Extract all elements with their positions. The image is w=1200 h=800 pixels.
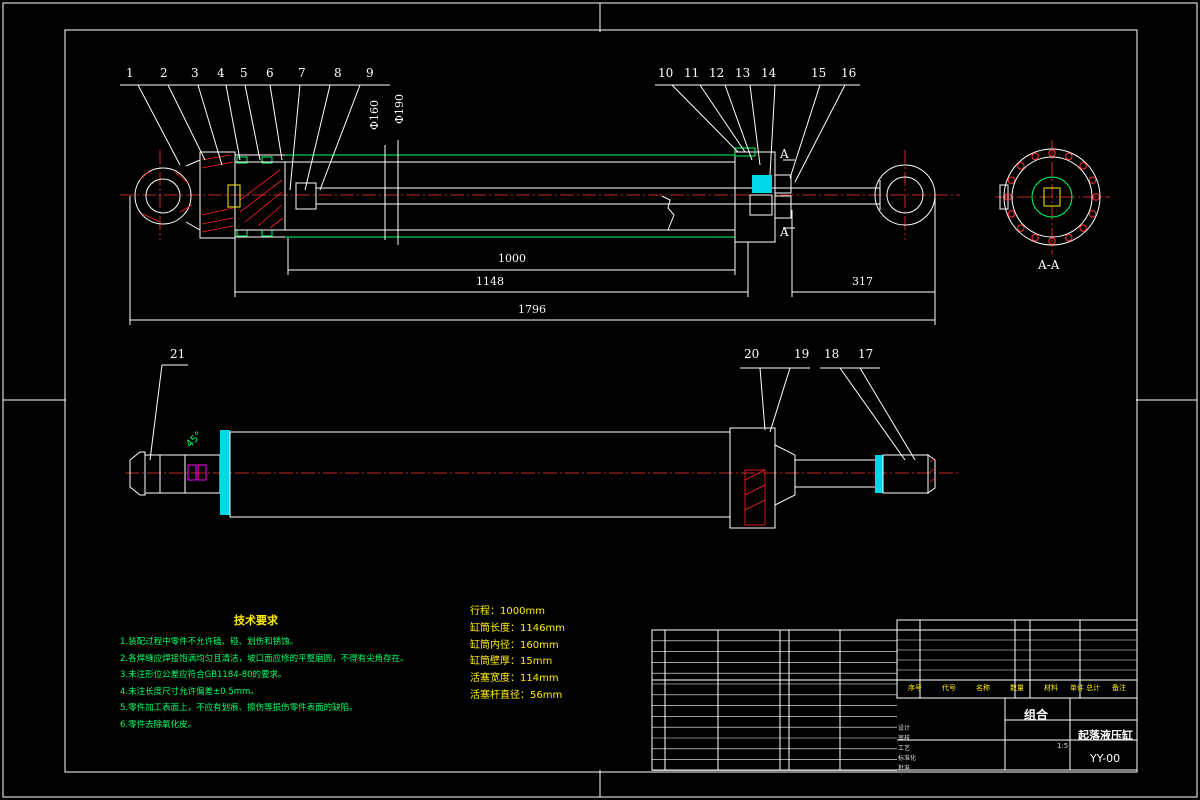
balloon-15: 15 bbox=[811, 66, 827, 80]
header-col: 单件 总计 bbox=[1069, 684, 1101, 692]
title-block-row-labels: 设计审核工艺标准化批准 bbox=[898, 724, 916, 774]
bolt-hole bbox=[1031, 233, 1039, 242]
balloon-18: 18 bbox=[824, 347, 840, 361]
bolt-hole bbox=[1065, 233, 1073, 242]
bolt-hole bbox=[1017, 162, 1025, 170]
dim-outer-diameter: Φ190 bbox=[393, 93, 406, 124]
tech-requirements-title: 技术要求 bbox=[234, 614, 278, 627]
balloon-3: 3 bbox=[191, 66, 199, 80]
barrel-end-flange bbox=[220, 430, 230, 515]
tech-requirement-item: 3.未注形位公差应符合GB1184-80的要求。 bbox=[120, 670, 287, 680]
tech-requirement-item: 2.各焊缝应焊接饱满均匀且清洁，坡口面应修的平整磨圆，不得有尖角存在。 bbox=[120, 653, 409, 664]
header-col: 名称 bbox=[976, 684, 990, 692]
dim-stroke: 1000 bbox=[498, 252, 526, 265]
tech-requirement-item: 5.零件加工表面上，不应有划痕、擦伤等损伤零件表面的缺陷。 bbox=[120, 703, 358, 713]
spec-item: 缸筒内径：160mm bbox=[470, 639, 559, 651]
title-row-label: 批准 bbox=[898, 765, 911, 772]
balloon-21: 21 bbox=[170, 347, 186, 361]
spec-item: 活塞杆直径：56mm bbox=[470, 689, 563, 701]
assembly-label: 组合 bbox=[1024, 708, 1049, 722]
bolt-hole bbox=[1088, 210, 1097, 218]
section-view-label: A-A bbox=[1038, 258, 1060, 272]
balloon-2: 2 bbox=[160, 66, 168, 80]
title-row-label: 工艺 bbox=[898, 745, 911, 752]
cylinder-exterior-view: 45° bbox=[125, 427, 960, 529]
balloon-16: 16 bbox=[841, 66, 857, 80]
drawing-number: YY-00 bbox=[1090, 752, 1121, 765]
header-col: 序号 bbox=[908, 684, 922, 692]
dim-bore-diameter: Φ160 bbox=[368, 99, 381, 130]
section-view-a-a bbox=[995, 140, 1110, 255]
spec-item: 行程：1000mm bbox=[470, 606, 545, 617]
spec-item: 缸筒壁厚：15mm bbox=[470, 656, 553, 668]
title-row-label: 标准化 bbox=[898, 755, 917, 762]
bolt-hole bbox=[1017, 224, 1025, 232]
bolt-hole bbox=[1031, 152, 1039, 161]
balloon-14: 14 bbox=[761, 66, 777, 80]
rod-gland-head bbox=[734, 151, 776, 243]
tech-requirement-item: 6.零件去除氧化皮。 bbox=[120, 719, 197, 730]
balloon-8: 8 bbox=[334, 66, 342, 80]
drawing-name: 起落液压缸 bbox=[1078, 729, 1133, 742]
parts-table-header: 序号 代号 名称 数量 材料 单件 总计 备注 bbox=[898, 683, 1136, 693]
balloon-9: 9 bbox=[366, 66, 374, 80]
balloon-13: 13 bbox=[735, 66, 751, 80]
cylinder-barrel bbox=[229, 431, 731, 518]
bolt-hole bbox=[1007, 210, 1016, 218]
balloon-1: 1 bbox=[126, 66, 134, 80]
header-col: 数量 bbox=[1010, 684, 1024, 692]
dim-barrel-length: 1148 bbox=[476, 275, 504, 288]
balloon-20: 20 bbox=[744, 347, 760, 361]
dim-rod-extension: 317 bbox=[852, 275, 873, 288]
spec-item: 活塞宽度：114mm bbox=[470, 673, 559, 685]
gland-flange bbox=[729, 427, 776, 529]
bolt-hole bbox=[1065, 152, 1073, 161]
balloon-17: 17 bbox=[858, 347, 874, 361]
balloon-10: 10 bbox=[658, 66, 674, 80]
dimension-lines bbox=[129, 140, 936, 325]
top-balloon-leaders bbox=[120, 84, 860, 191]
spec-item: 缸筒长度：1146mm bbox=[470, 622, 565, 634]
tech-requirement-item: 4.未注长度尺寸允许偏差±0.5mm。 bbox=[120, 686, 259, 697]
title-row-label: 审核 bbox=[898, 735, 911, 742]
header-col: 代号 bbox=[942, 684, 956, 692]
section-mark-a-bottom: A bbox=[779, 225, 789, 239]
dim-overall-length: 1796 bbox=[518, 303, 546, 316]
balloon-6: 6 bbox=[266, 66, 274, 80]
tech-requirements-list: 1.装配过程中零件不允许磕、碰、划伤和锈蚀。 2.各焊缝应焊接饱满均匀且清洁，坡口… bbox=[120, 634, 450, 733]
header-col: 备注 bbox=[1112, 684, 1126, 692]
balloon-11: 11 bbox=[684, 66, 700, 80]
header-col: 材料 bbox=[1044, 684, 1058, 692]
drawing-scale: 1:5 bbox=[1057, 742, 1069, 750]
section-mark-a-top: A bbox=[779, 147, 789, 161]
bottom-balloon-leaders bbox=[149, 364, 916, 461]
bolt-hole bbox=[1007, 176, 1016, 184]
balloon-7: 7 bbox=[298, 66, 306, 80]
balloon-5: 5 bbox=[240, 66, 248, 80]
bolt-hole bbox=[1079, 162, 1087, 170]
balloon-4: 4 bbox=[217, 66, 225, 80]
cylinder-section-view: A A bbox=[120, 147, 960, 243]
bolt-hole bbox=[1088, 176, 1097, 184]
angle-note: 45° bbox=[184, 430, 204, 450]
title-row-label: 设计 bbox=[898, 725, 911, 732]
bolt-hole bbox=[1079, 224, 1087, 232]
cylinder-specifications: 行程：1000mm 缸筒长度：1146mm 缸筒内径：160mm 缸筒壁厚：15mm 活… bbox=[470, 604, 565, 705]
balloon-19: 19 bbox=[794, 347, 810, 361]
tech-requirement-item: 1.装配过程中零件不允许磕、碰、划伤和锈蚀。 bbox=[120, 637, 299, 647]
balloon-12: 12 bbox=[709, 66, 725, 80]
